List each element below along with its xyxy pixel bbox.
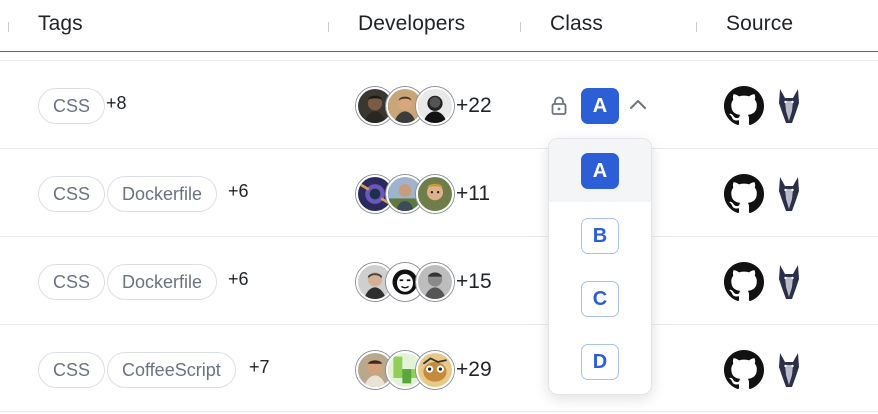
column-header-source[interactable]: Source: [726, 12, 793, 36]
tags-more-count[interactable]: +6: [228, 269, 249, 290]
tag-chip[interactable]: CSS: [38, 176, 106, 212]
column-separator[interactable]: [696, 22, 697, 32]
tag-chip[interactable]: CSS: [38, 264, 106, 300]
developer-avatars[interactable]: [356, 175, 456, 213]
github-icon[interactable]: [724, 174, 764, 214]
avatar[interactable]: [416, 351, 454, 389]
table-row[interactable]: CSS +8 +22 A: [0, 60, 878, 148]
column-separator[interactable]: [8, 22, 9, 32]
developers-more-count[interactable]: +15: [456, 270, 492, 294]
developers-more-count[interactable]: +29: [456, 358, 492, 382]
github-icon[interactable]: [724, 350, 764, 390]
class-select-button[interactable]: A: [581, 88, 619, 124]
avatar[interactable]: [416, 263, 454, 301]
doberman-icon[interactable]: [776, 263, 802, 301]
class-option-label: C: [581, 281, 619, 317]
tags-more-count[interactable]: +8: [106, 93, 127, 114]
doberman-icon[interactable]: [776, 351, 802, 389]
doberman-icon[interactable]: [776, 175, 802, 213]
tag-chip[interactable]: Dockerfile: [107, 176, 218, 212]
column-separator[interactable]: [520, 22, 521, 32]
tags-more-count[interactable]: +7: [249, 357, 270, 378]
github-icon[interactable]: [724, 86, 764, 126]
class-option-a[interactable]: A: [549, 139, 651, 202]
developers-more-count[interactable]: +11: [456, 182, 490, 206]
tags-more-count[interactable]: +6: [228, 181, 249, 202]
developer-avatars[interactable]: [356, 87, 456, 125]
class-option-d[interactable]: D: [549, 330, 651, 393]
avatar[interactable]: [416, 87, 454, 125]
tag-chip[interactable]: CSS: [38, 88, 106, 124]
table-row[interactable]: CSS Dockerfile +6 +11: [0, 148, 878, 236]
chevron-up-icon[interactable]: [628, 97, 648, 111]
class-dropdown-menu: A B C D: [548, 138, 652, 395]
column-separator[interactable]: [328, 22, 329, 32]
table-row[interactable]: CSS CoffeeScript +7 +29: [0, 324, 878, 412]
class-option-label: A: [581, 153, 619, 189]
lock-icon: [551, 96, 567, 115]
avatar[interactable]: [416, 175, 454, 213]
github-icon[interactable]: [724, 262, 764, 302]
class-option-c[interactable]: C: [549, 267, 651, 330]
tag-chip[interactable]: CoffeeScript: [107, 352, 236, 388]
column-header-class[interactable]: Class: [550, 12, 603, 36]
class-option-label: B: [581, 218, 619, 254]
developer-avatars[interactable]: [356, 263, 456, 301]
table-header: Tags Developers Class Source: [0, 0, 878, 52]
table-row[interactable]: CSS Dockerfile +6 +15: [0, 236, 878, 324]
tag-chip[interactable]: CSS: [38, 352, 106, 388]
class-option-b[interactable]: B: [549, 204, 651, 267]
column-header-developers[interactable]: Developers: [358, 12, 465, 36]
class-option-label: D: [581, 344, 619, 380]
developer-avatars[interactable]: [356, 351, 456, 389]
column-header-tags[interactable]: Tags: [38, 12, 83, 36]
developers-more-count[interactable]: +22: [456, 94, 492, 118]
doberman-icon[interactable]: [776, 87, 802, 125]
tag-chip[interactable]: Dockerfile: [107, 264, 218, 300]
